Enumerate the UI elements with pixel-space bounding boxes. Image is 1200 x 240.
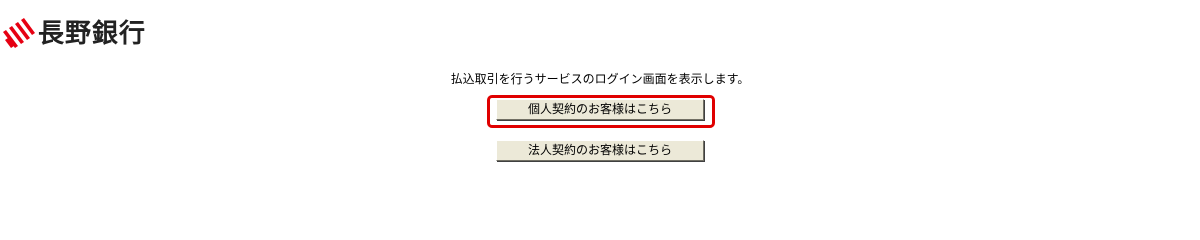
corporate-button-row: 法人契約のお客様はこちら [0, 140, 1200, 161]
service-description: 払込取引を行うサービスのログイン画面を表示します。 [450, 72, 750, 86]
bank-name: 長野銀行 [38, 19, 147, 49]
personal-button-row: 個人契約のお客様はこちら [0, 99, 1200, 120]
personal-login-button[interactable]: 個人契約のお客様はこちら [496, 99, 704, 120]
bank-logo[interactable]: 長野銀行 [2, 18, 146, 50]
corporate-login-button[interactable]: 法人契約のお客様はこちら [496, 140, 704, 161]
bank-logo-icon [3, 18, 35, 48]
page: 長野銀行 払込取引を行うサービスのログイン画面を表示します。 個人契約のお客様は… [0, 0, 1200, 200]
